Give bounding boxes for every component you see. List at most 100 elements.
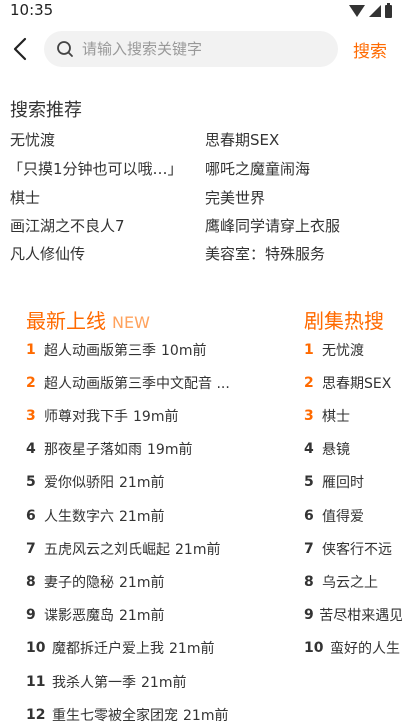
hot-item-title: 无忧渡 (322, 343, 364, 359)
rank-number: 8 (304, 574, 314, 590)
recommend-item[interactable]: 凡人修仙传 (10, 243, 85, 264)
latest-item-title: 妻子的隐秘 (44, 575, 114, 591)
rank-number: 4 (304, 441, 314, 457)
status-icons (349, 2, 392, 18)
rank-number: 7 (26, 541, 36, 557)
rank-number: 4 (26, 441, 36, 457)
search-input[interactable] (82, 31, 332, 67)
rank-number: 11 (26, 674, 46, 690)
hot-item-title: 悬镜 (322, 442, 350, 458)
hot-item-title: 雁回时 (322, 475, 364, 491)
rank-number: 2 (304, 375, 314, 391)
rank-number: 5 (26, 474, 36, 490)
hot-row[interactable]: 6 值得爱 (304, 505, 402, 527)
latest-row[interactable]: 9 谍影恶魔岛 21m前 (26, 604, 258, 626)
latest-item-title: 超人动画版第三季中文配音 ... (44, 376, 230, 392)
rank-number: 10 (304, 640, 324, 656)
latest-item-time: 21m前 (119, 509, 165, 525)
rank-number: 1 (26, 342, 36, 358)
recommend-item[interactable]: 画江湖之不良人7 (10, 215, 125, 236)
latest-item-title: 人生数字六 (44, 509, 114, 525)
hot-item-title: 棋士 (322, 409, 350, 425)
rank-number: 9 (26, 607, 36, 623)
latest-title: 最新上线 NEW (26, 305, 150, 334)
hot-item-title: 乌云之上 (322, 575, 378, 591)
search-icon (57, 41, 73, 57)
latest-item-time: 19m前 (147, 442, 193, 458)
battery-icon (385, 2, 392, 18)
latest-row[interactable]: 11 我杀人第一季 21m前 (26, 671, 258, 693)
latest-item-time: 21m前 (175, 542, 221, 558)
search-box[interactable] (44, 31, 338, 67)
latest-item-title: 我杀人第一季 (52, 675, 136, 691)
signal-icon (369, 5, 381, 17)
latest-row[interactable]: 2 超人动画版第三季中文配音 ... (26, 372, 258, 394)
rank-number: 10 (26, 640, 46, 656)
latest-row[interactable]: 3 师尊对我下手 19m前 (26, 405, 258, 427)
back-arrow-icon (13, 37, 27, 61)
hot-title: 剧集热搜 (304, 309, 384, 333)
latest-item-title: 谍影恶魔岛 (44, 608, 114, 624)
hot-item-title: 蛮好的人生 (330, 641, 400, 657)
status-bar: 10:35 (0, 0, 402, 22)
back-button[interactable] (10, 36, 34, 62)
search-bar: 搜索 (0, 30, 402, 68)
hot-item-title: 苦尽柑来遇见你 (319, 608, 402, 624)
latest-row[interactable]: 5 爱你似骄阳 21m前 (26, 471, 258, 493)
latest-item-title: 爱你似骄阳 (44, 475, 114, 491)
recommend-item[interactable]: 完美世界 (205, 187, 265, 208)
hot-row[interactable]: 4 悬镜 (304, 438, 402, 460)
rank-number: 5 (304, 474, 314, 490)
hot-row[interactable]: 3 棋士 (304, 405, 402, 427)
recommend-item[interactable]: 棋士 (10, 187, 40, 208)
latest-row[interactable]: 1 超人动画版第三季 10m前 (26, 339, 258, 361)
rank-number: 3 (304, 408, 314, 424)
search-submit-button[interactable]: 搜索 (353, 37, 387, 62)
rank-number: 9 (304, 607, 314, 623)
recommend-item[interactable]: 哪吒之魔童闹海 (205, 158, 310, 179)
hot-item-title: 值得爱 (322, 509, 364, 525)
hot-item-title: 侠客行不远 (322, 542, 392, 558)
latest-item-title: 魔都拆迁户爱上我 (52, 641, 164, 657)
latest-row[interactable]: 8 妻子的隐秘 21m前 (26, 571, 258, 593)
wifi-icon (349, 5, 365, 17)
recommend-item[interactable]: 「只摸1分钟也可以哦…」 (8, 158, 183, 179)
rank-number: 1 (304, 342, 314, 358)
latest-item-time: 21m前 (183, 708, 229, 724)
recommend-item[interactable]: 无忧渡 (10, 129, 55, 150)
latest-item-time: 21m前 (119, 608, 165, 624)
latest-item-time: 21m前 (119, 575, 165, 591)
recommend-item[interactable]: 鹰峰同学请穿上衣服 (205, 215, 340, 236)
hot-row[interactable]: 2 思春期SEX (304, 372, 402, 394)
latest-item-title: 重生七零被全家团宠 (52, 708, 178, 724)
latest-item-time: 21m前 (141, 675, 187, 691)
recommend-item[interactable]: 美容室：特殊服务 (205, 243, 325, 264)
latest-item-title: 师尊对我下手 (44, 409, 128, 425)
new-badge: NEW (112, 313, 150, 332)
rank-number: 12 (26, 707, 46, 723)
latest-row[interactable]: 10 魔都拆迁户爱上我 21m前 (26, 637, 258, 659)
hot-row[interactable]: 10 蛮好的人生 (304, 637, 402, 659)
rank-number: 7 (304, 541, 314, 557)
latest-row[interactable]: 4 那夜星子落如雨 19m前 (26, 438, 258, 460)
latest-row[interactable]: 6 人生数字六 21m前 (26, 505, 258, 527)
hot-row[interactable]: 9 苦尽柑来遇见你 (304, 604, 402, 626)
latest-row[interactable]: 7 五虎风云之刘氏崛起 21m前 (26, 538, 258, 560)
recommend-title: 搜索推荐 (10, 100, 82, 121)
latest-item-time: 21m前 (119, 475, 165, 491)
rank-number: 6 (304, 508, 314, 524)
latest-item-time: 10m前 (161, 343, 207, 359)
latest-item-time: 19m前 (133, 409, 179, 425)
recommend-item[interactable]: 思春期SEX (205, 129, 279, 150)
rank-number: 3 (26, 408, 36, 424)
hot-row[interactable]: 8 乌云之上 (304, 571, 402, 593)
latest-title-text: 最新上线 (26, 309, 106, 333)
hot-row[interactable]: 7 侠客行不远 (304, 538, 402, 560)
hot-item-title: 思春期SEX (322, 376, 392, 392)
hot-row[interactable]: 5 雁回时 (304, 471, 402, 493)
latest-item-time: 21m前 (169, 641, 215, 657)
latest-row[interactable]: 12 重生七零被全家团宠 21m前 (26, 704, 258, 726)
status-time: 10:35 (10, 1, 54, 19)
hot-row[interactable]: 1 无忧渡 (304, 339, 402, 361)
rank-number: 6 (26, 508, 36, 524)
